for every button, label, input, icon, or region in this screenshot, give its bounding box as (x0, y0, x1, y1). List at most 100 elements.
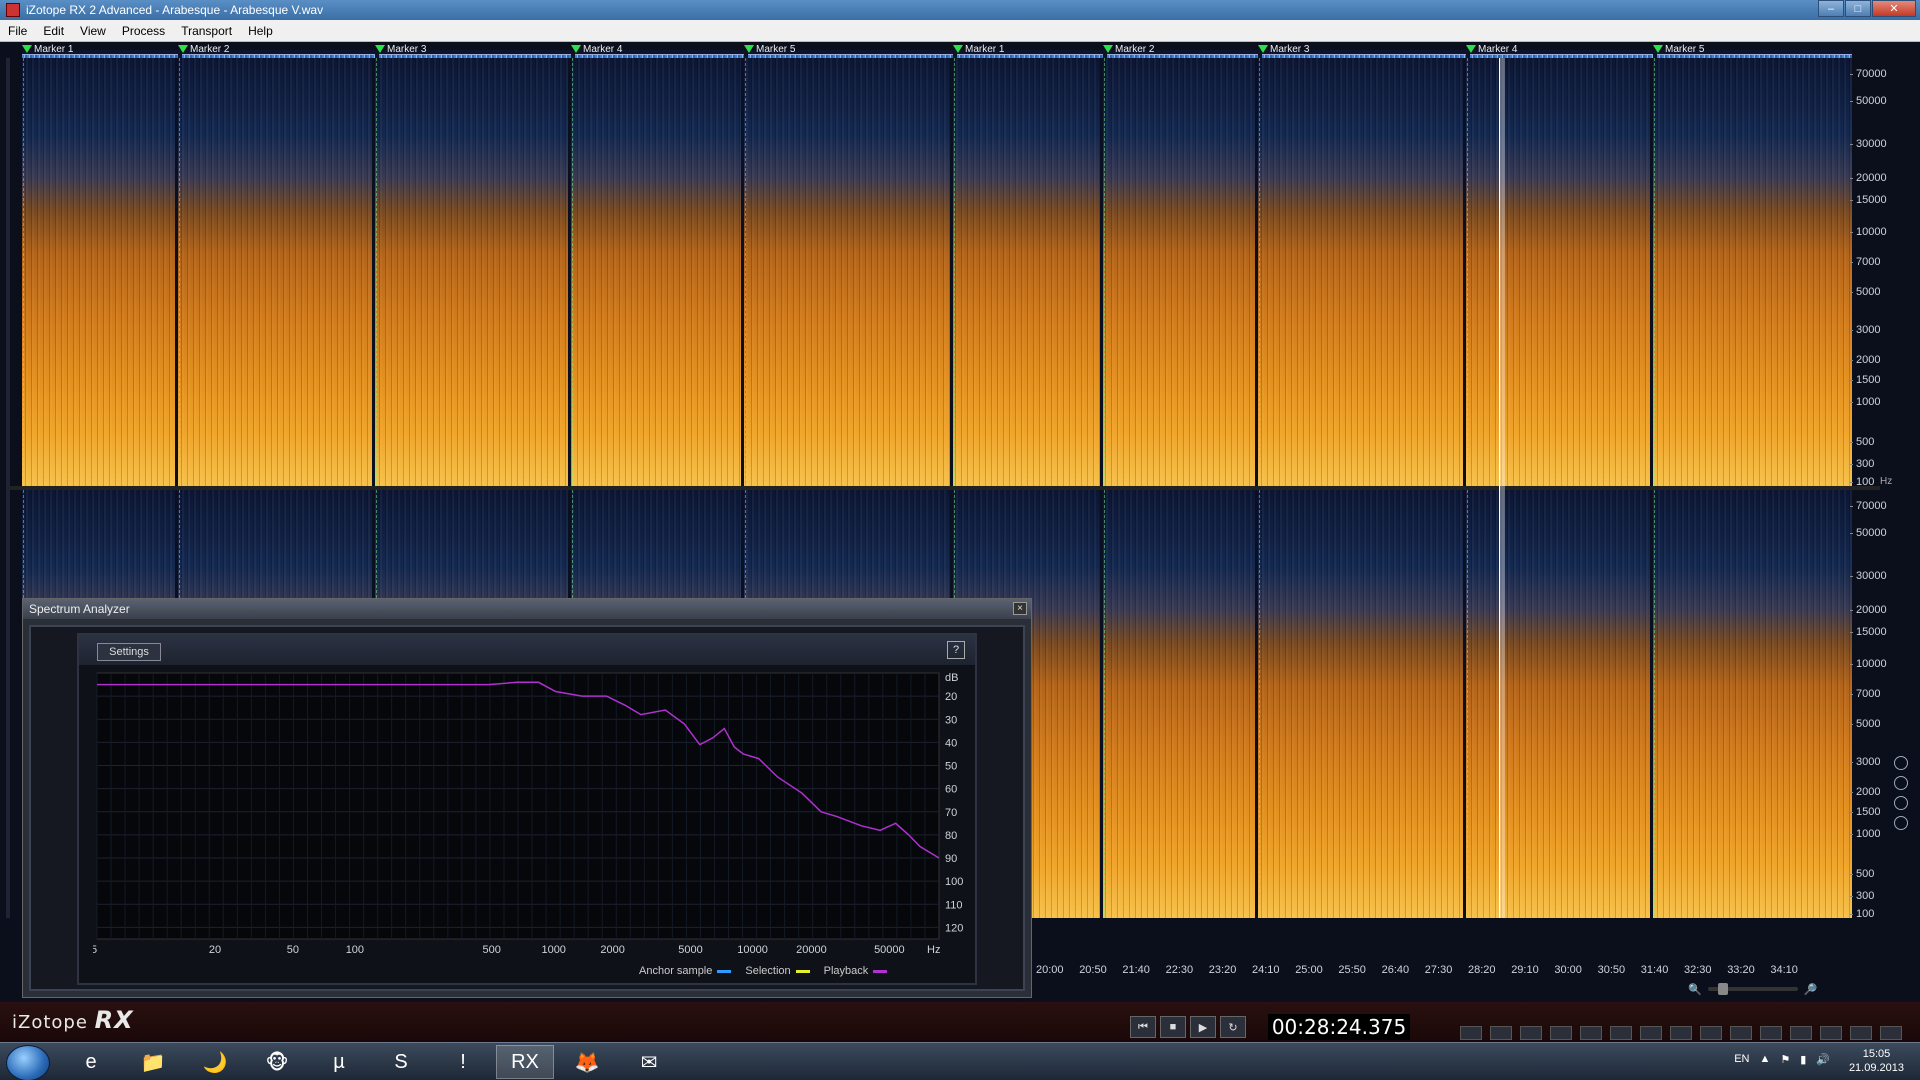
help-button[interactable]: ? (947, 641, 965, 659)
marker-flag[interactable]: Marker 1 (22, 44, 73, 55)
time-tick: 32:30 (1684, 964, 1712, 976)
taskbar-mail-icon[interactable]: ✉ (620, 1045, 678, 1079)
spectrogram-left-channel[interactable] (22, 58, 1852, 486)
spectrum-analyzer-close-button[interactable]: × (1013, 602, 1027, 615)
marker-flag[interactable]: Marker 2 (1103, 44, 1154, 55)
menu-process[interactable]: Process (114, 24, 173, 38)
taskbar-alert-icon[interactable]: ! (434, 1045, 492, 1079)
play-button[interactable]: ▶ (1190, 1016, 1216, 1038)
tool-14-icon[interactable] (1850, 1026, 1872, 1040)
zoom-out-icon[interactable] (1894, 776, 1908, 790)
start-button[interactable] (6, 1045, 50, 1080)
x-tick-label: 2000 (600, 944, 624, 956)
y-tick-label: 100 (945, 876, 963, 888)
frequency-tick: 1000 (1850, 396, 1900, 408)
playhead-cursor[interactable] (1499, 58, 1505, 918)
zoom-tools (1892, 750, 1912, 940)
menu-file[interactable]: File (0, 24, 35, 38)
marker-line (1104, 490, 1105, 918)
marker-triangle-icon (1653, 45, 1663, 53)
izotope-logo: iZotope RX (12, 1006, 134, 1034)
loop-button[interactable]: ↻ (1220, 1016, 1246, 1038)
tool-2-icon[interactable] (1490, 1026, 1512, 1040)
flag-icon[interactable]: ⚑ (1780, 1053, 1790, 1066)
legend-playback-swatch (873, 969, 888, 973)
y-tick-label: 90 (945, 853, 957, 865)
tool-1-icon[interactable] (1460, 1026, 1482, 1040)
taskbar-foobar-icon[interactable]: 🦊 (558, 1045, 616, 1079)
legend-anchor-sample: Anchor sample (639, 965, 732, 977)
taskbar-explorer-icon[interactable]: 📁 (124, 1045, 182, 1079)
system-clock[interactable]: 15:05 21.09.2013 (1849, 1047, 1904, 1075)
marker-flag[interactable]: Marker 3 (375, 44, 426, 55)
frequency-tick: 20000 (1850, 172, 1900, 184)
marker-flag[interactable]: Marker 3 (1258, 44, 1309, 55)
tool-11-icon[interactable] (1760, 1026, 1782, 1040)
zoom-tool-icon[interactable] (1894, 816, 1908, 830)
segment-divider (372, 58, 375, 486)
tool-9-icon[interactable] (1700, 1026, 1722, 1040)
tool-13-icon[interactable] (1820, 1026, 1842, 1040)
time-tick: 20:00 (1036, 964, 1064, 976)
tool-15-icon[interactable] (1880, 1026, 1902, 1040)
frequency-tick: 5000 (1850, 718, 1900, 730)
volume-icon[interactable]: 🔊 (1816, 1053, 1830, 1066)
zoom-in-magnifier-icon[interactable]: 🔎 (1804, 983, 1818, 996)
marker-flag[interactable]: Marker 5 (1653, 44, 1704, 55)
segment-divider (1100, 58, 1103, 486)
tool-3-icon[interactable] (1520, 1026, 1542, 1040)
language-indicator[interactable]: EN (1734, 1053, 1749, 1066)
taskbar-ie-icon[interactable]: e (62, 1045, 120, 1079)
tool-7-icon[interactable] (1640, 1026, 1662, 1040)
frequency-tick: 1500 (1850, 374, 1900, 386)
zoom-slider[interactable] (1707, 983, 1798, 995)
x-tick-label: 100 (346, 944, 364, 956)
close-button[interactable]: ✕ (1872, 0, 1916, 17)
tool-8-icon[interactable] (1670, 1026, 1692, 1040)
tool-12-icon[interactable] (1790, 1026, 1812, 1040)
legend-anchor-swatch (717, 969, 732, 973)
marker-flag[interactable]: Marker 4 (571, 44, 622, 55)
spectrum-analyzer-titlebar[interactable]: Spectrum Analyzer × (23, 599, 1031, 619)
settings-button[interactable]: Settings (97, 643, 161, 661)
rewind-button[interactable]: ⏮ (1130, 1016, 1156, 1038)
spectrum-analyzer-title: Spectrum Analyzer (29, 602, 130, 616)
frequency-tick: 5000 (1850, 286, 1900, 298)
marker-flag[interactable]: Marker 2 (178, 44, 229, 55)
legend-playback: Playback (824, 965, 888, 977)
frequency-tick: 7000 (1850, 256, 1900, 268)
menu-view[interactable]: View (72, 24, 114, 38)
spectrum-analyzer-header: Settings ? (79, 635, 975, 665)
marker-flag[interactable]: Marker 1 (953, 44, 1004, 55)
y-tick-label: 120 (945, 922, 963, 934)
marker-triangle-icon (1258, 45, 1268, 53)
y-tick-label: 30 (945, 714, 957, 726)
taskbar-utorrent-icon[interactable]: µ (310, 1045, 368, 1079)
zoom-out-magnifier-icon[interactable]: 🔍 (1688, 983, 1702, 996)
maximize-button[interactable]: □ (1845, 0, 1871, 17)
zoom-in-icon[interactable] (1894, 756, 1908, 770)
zoom-fit-icon[interactable] (1894, 796, 1908, 810)
tool-4-icon[interactable] (1550, 1026, 1572, 1040)
tool-5-icon[interactable] (1580, 1026, 1602, 1040)
marker-flag[interactable]: Marker 5 (744, 44, 795, 55)
minimize-button[interactable]: – (1818, 0, 1844, 17)
y-tick-label: 40 (945, 737, 957, 749)
frequency-tick: 2000 (1850, 354, 1900, 366)
taskbar-monkey-icon[interactable]: 🐵 (248, 1045, 306, 1079)
zoom-slider-knob[interactable] (1717, 983, 1728, 995)
stop-button[interactable]: ■ (1160, 1016, 1186, 1038)
tool-6-icon[interactable] (1610, 1026, 1632, 1040)
taskbar-izotope-icon[interactable]: RX (496, 1045, 554, 1079)
network-icon[interactable]: ▮ (1800, 1053, 1806, 1066)
menu-edit[interactable]: Edit (35, 24, 72, 38)
taskbar-skype-icon[interactable]: S (372, 1045, 430, 1079)
izotope-rx-window: iZotope RX 2 Advanced - Arabesque - Arab… (0, 0, 1920, 1080)
legend-selection: Selection (745, 965, 810, 977)
menu-transport[interactable]: Transport (173, 24, 240, 38)
taskbar-app-icon[interactable]: 🌙 (186, 1045, 244, 1079)
tool-10-icon[interactable] (1730, 1026, 1752, 1040)
tray-arrow-icon[interactable]: ▲ (1759, 1053, 1770, 1066)
menu-help[interactable]: Help (240, 24, 281, 38)
marker-flag[interactable]: Marker 4 (1466, 44, 1517, 55)
